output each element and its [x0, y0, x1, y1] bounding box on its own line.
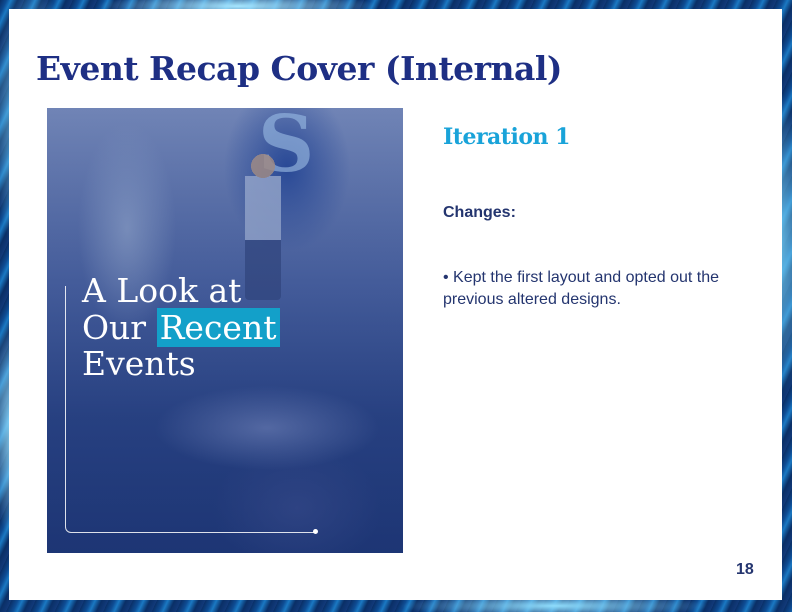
cover-headline-highlight: Recent: [156, 307, 281, 347]
cover-headline-line3: Events: [82, 344, 196, 383]
slide: Event Recap Cover (Internal) S A Look at…: [9, 9, 782, 600]
cover-frame-dot: [313, 529, 318, 534]
cover-headline-line1: A Look at: [82, 271, 242, 310]
cover-headline-line2-prefix: Our: [82, 307, 157, 347]
event-recap-cover-image: S A Look at Our Recent Events: [47, 108, 403, 553]
changes-label: Changes:: [443, 204, 516, 221]
changes-bullet: • Kept the first layout and opted out th…: [443, 269, 720, 308]
iteration-heading: Iteration 1: [443, 124, 570, 150]
cover-headline: A Look at Our Recent Events: [82, 271, 281, 383]
page-number: 18: [736, 561, 754, 578]
slide-title: Event Recap Cover (Internal): [36, 49, 563, 88]
